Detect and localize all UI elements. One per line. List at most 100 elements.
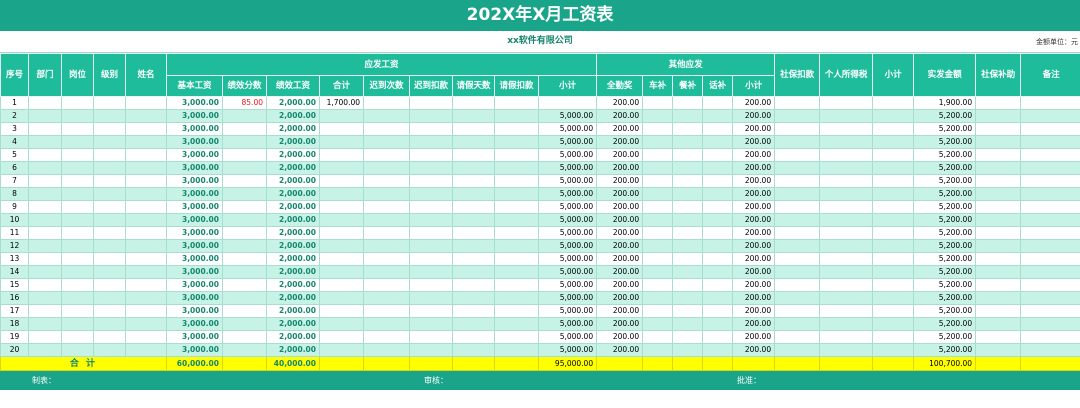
cell-late-deduct[interactable] <box>409 304 453 318</box>
cell-leave-deduct[interactable] <box>494 200 539 214</box>
cell-total[interactable] <box>319 278 364 292</box>
cell-social-subsidy[interactable] <box>975 291 1022 305</box>
cell-income-tax[interactable] <box>819 317 874 331</box>
cell-subtotal-2[interactable]: 200.00 <box>732 226 776 240</box>
cell-leave-deduct[interactable] <box>494 174 539 188</box>
cell-net-pay[interactable]: 5,200.00 <box>913 174 977 188</box>
cell-car[interactable] <box>642 135 674 149</box>
cell-subtotal-1[interactable]: 5,000.00 <box>537 148 598 162</box>
cell-remark[interactable] <box>1020 187 1080 201</box>
cell-post[interactable] <box>61 239 94 253</box>
cell-total[interactable] <box>319 317 364 331</box>
cell-level[interactable] <box>93 265 126 279</box>
cell-attendance[interactable]: 200.00 <box>596 161 644 175</box>
cell-perf-score[interactable] <box>222 304 267 318</box>
cell-car[interactable] <box>642 252 674 266</box>
cell-name[interactable] <box>125 226 167 240</box>
cell-post[interactable] <box>61 226 94 240</box>
cell-dept[interactable] <box>28 278 62 292</box>
cell-leave-deduct[interactable] <box>494 317 539 331</box>
cell-base[interactable]: 3,000.00 <box>166 317 223 331</box>
cell-phone[interactable] <box>702 304 734 318</box>
cell-name[interactable] <box>125 135 167 149</box>
cell-meal[interactable] <box>672 109 704 123</box>
cell-income-tax[interactable] <box>819 343 874 357</box>
cell-late-count[interactable] <box>363 135 410 149</box>
cell-dept[interactable] <box>28 343 62 357</box>
cell-dept[interactable] <box>28 252 62 266</box>
cell-perf-pay[interactable]: 2,000.00 <box>266 226 320 240</box>
cell-social-subsidy[interactable] <box>975 278 1022 292</box>
cell-post[interactable] <box>61 174 94 188</box>
cell-subtotal-2[interactable]: 200.00 <box>732 291 776 305</box>
cell-level[interactable] <box>93 200 126 214</box>
cell-subtotal-3[interactable] <box>872 239 915 253</box>
cell-leave-days[interactable] <box>452 213 495 227</box>
cell-level[interactable] <box>93 278 126 292</box>
cell-car[interactable] <box>642 265 674 279</box>
cell-subtotal-3[interactable] <box>872 187 915 201</box>
cell-post[interactable] <box>61 343 94 357</box>
cell-social-deduct[interactable] <box>774 122 821 136</box>
cell-income-tax[interactable] <box>819 122 874 136</box>
cell-phone[interactable] <box>702 96 734 110</box>
cell-subtotal-1[interactable]: 5,000.00 <box>537 187 598 201</box>
cell-late-count[interactable] <box>363 252 410 266</box>
cell-total[interactable] <box>319 148 364 162</box>
cell-post[interactable] <box>61 291 94 305</box>
cell-base[interactable]: 3,000.00 <box>166 200 223 214</box>
cell-level[interactable] <box>93 122 126 136</box>
cell-level[interactable] <box>93 330 126 344</box>
cell-attendance[interactable]: 200.00 <box>596 343 644 357</box>
cell-subtotal-1[interactable]: 5,000.00 <box>537 330 598 344</box>
cell-late-count[interactable] <box>363 265 410 279</box>
cell-income-tax[interactable] <box>819 226 874 240</box>
cell-seq[interactable]: 14 <box>0 265 29 279</box>
cell-social-subsidy[interactable] <box>975 226 1022 240</box>
cell-dept[interactable] <box>28 135 62 149</box>
cell-phone[interactable] <box>702 330 734 344</box>
cell-perf-score[interactable] <box>222 278 267 292</box>
cell-social-deduct[interactable] <box>774 317 821 331</box>
cell-perf-score[interactable] <box>222 174 267 188</box>
cell-perf-score[interactable] <box>222 291 267 305</box>
cell-income-tax[interactable] <box>819 265 874 279</box>
cell-perf-score[interactable] <box>222 122 267 136</box>
cell-late-count[interactable] <box>363 291 410 305</box>
cell-total[interactable] <box>319 291 364 305</box>
cell-income-tax[interactable] <box>819 161 874 175</box>
cell-social-subsidy[interactable] <box>975 330 1022 344</box>
cell-income-tax[interactable] <box>819 304 874 318</box>
cell-base[interactable]: 3,000.00 <box>166 135 223 149</box>
cell-net-pay[interactable]: 5,200.00 <box>913 200 977 214</box>
cell-subtotal-1[interactable]: 5,000.00 <box>537 343 598 357</box>
cell-perf-score[interactable] <box>222 187 267 201</box>
cell-perf-score[interactable] <box>222 265 267 279</box>
cell-perf-pay[interactable]: 2,000.00 <box>266 213 320 227</box>
cell-perf-score[interactable] <box>222 213 267 227</box>
cell-late-count[interactable] <box>363 122 410 136</box>
cell-seq[interactable]: 19 <box>0 330 29 344</box>
totals-subtotal-1[interactable]: 95,000.00 <box>537 356 598 371</box>
cell-social-deduct[interactable] <box>774 148 821 162</box>
cell-social-subsidy[interactable] <box>975 122 1022 136</box>
cell-post[interactable] <box>61 200 94 214</box>
totals-perf-pay[interactable]: 40,000.00 <box>266 356 320 371</box>
cell-perf-pay[interactable]: 2,000.00 <box>266 122 320 136</box>
cell-dept[interactable] <box>28 174 62 188</box>
cell-leave-deduct[interactable] <box>494 213 539 227</box>
cell-total[interactable] <box>319 330 364 344</box>
cell-late-deduct[interactable] <box>409 187 453 201</box>
cell-car[interactable] <box>642 109 674 123</box>
cell-phone[interactable] <box>702 109 734 123</box>
cell-remark[interactable] <box>1020 304 1080 318</box>
cell-level[interactable] <box>93 291 126 305</box>
cell-subtotal-2[interactable]: 200.00 <box>732 96 776 110</box>
totals-cell[interactable] <box>494 356 539 371</box>
cell-social-deduct[interactable] <box>774 200 821 214</box>
cell-perf-score[interactable] <box>222 317 267 331</box>
cell-dept[interactable] <box>28 330 62 344</box>
cell-total[interactable] <box>319 161 364 175</box>
cell-meal[interactable] <box>672 174 704 188</box>
cell-leave-deduct[interactable] <box>494 239 539 253</box>
